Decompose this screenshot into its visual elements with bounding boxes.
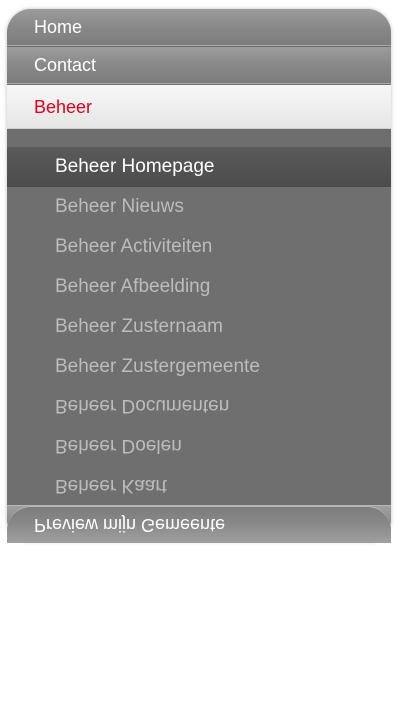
submenu-item-beheer-activiteiten[interactable]: Beheer Activiteiten — [7, 227, 391, 267]
menu-item-beheer[interactable]: Beheer — [7, 85, 391, 129]
submenu-item-label: Beheer Zustergemeente — [55, 356, 260, 377]
reflection-label: Beheer Documenten — [55, 395, 230, 416]
submenu-item-beheer-nieuws[interactable]: Beheer Nieuws — [7, 187, 391, 227]
reflection-label: Beheer Kaart — [55, 475, 167, 496]
reflection-row: Beheer Documenten — [7, 385, 391, 425]
reflection-label: Preview mijn Gemeente — [34, 515, 226, 535]
page: Home Contact Beheer Beheer Homepage Behe… — [0, 0, 400, 708]
submenu-item-label: Beheer Activiteiten — [55, 236, 213, 257]
menu-item-home[interactable]: Home — [7, 9, 391, 46]
submenu-item-beheer-homepage[interactable]: Beheer Homepage — [7, 147, 391, 187]
submenu-item-label: Beheer Zusternaam — [55, 316, 223, 337]
reflection-fade — [0, 543, 400, 708]
menu-item-contact[interactable]: Contact — [7, 47, 391, 84]
submenu-item-label: Beheer Afbeelding — [55, 276, 211, 297]
menu-reflection: Preview mijn Gemeente Beheer Kaart Behee… — [7, 378, 391, 543]
menu-item-label: Contact — [34, 55, 97, 75]
submenu-item-label: Beheer Homepage — [55, 156, 215, 177]
submenu-item-beheer-afbeelding[interactable]: Beheer Afbeelding — [7, 267, 391, 307]
reflection-row: Beheer Kaart — [7, 465, 391, 505]
reflection-row: Preview mijn Gemeente — [7, 506, 391, 543]
menu-item-label: Home — [34, 17, 83, 37]
reflection-row: Beheer Doelen — [7, 425, 391, 465]
submenu-item-beheer-zusternaam[interactable]: Beheer Zusternaam — [7, 307, 391, 347]
menu-item-label: Beheer — [34, 97, 93, 117]
submenu-item-label: Beheer Nieuws — [55, 196, 184, 217]
reflection-label: Beheer Doelen — [55, 435, 182, 456]
